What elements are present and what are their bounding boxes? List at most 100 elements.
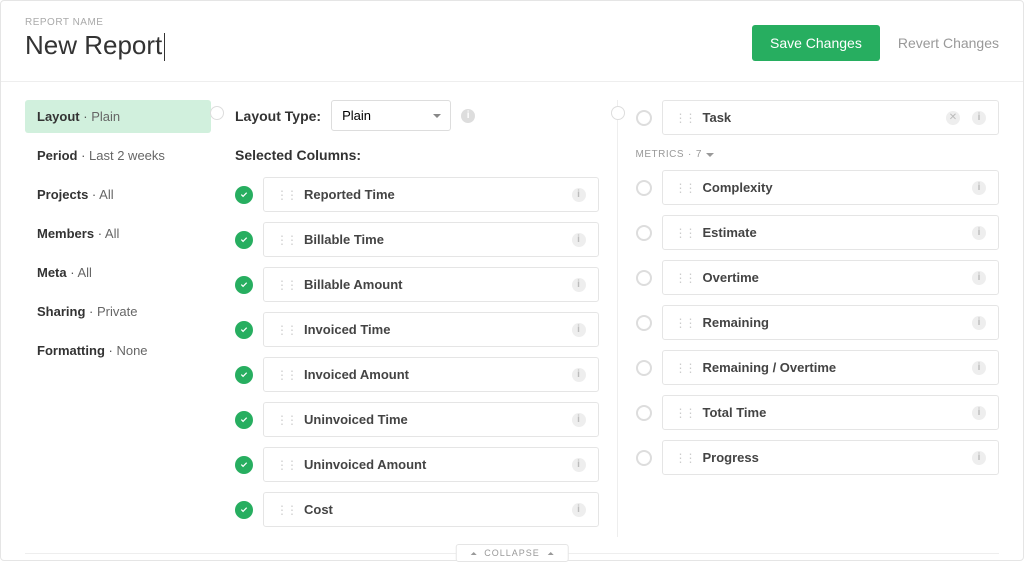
column-label: Invoiced Time — [304, 322, 564, 337]
check-icon[interactable] — [235, 276, 253, 294]
info-icon[interactable]: i — [972, 361, 986, 375]
layout-type-select[interactable]: Plain — [331, 100, 451, 131]
sidebar-item-layout[interactable]: Layout · Plain — [25, 100, 211, 133]
save-changes-button[interactable]: Save Changes — [752, 25, 880, 61]
metrics-header[interactable]: METRICS · 7 — [636, 149, 1000, 160]
collapse-button[interactable]: COLLAPSE — [456, 544, 569, 562]
check-icon[interactable] — [235, 501, 253, 519]
radio-unchecked[interactable] — [636, 315, 652, 331]
drag-handle-icon[interactable]: ⋮⋮ — [675, 226, 695, 240]
group-item[interactable]: ⋮⋮ Task ✕ i — [662, 100, 1000, 135]
column-item[interactable]: ⋮⋮ Uninvoiced Amount i — [263, 447, 599, 482]
header: REPORT NAME New Report Save Changes Reve… — [1, 1, 1023, 82]
radio-unchecked[interactable] — [636, 110, 652, 126]
check-icon[interactable] — [235, 456, 253, 474]
column-item[interactable]: ⋮⋮Invoiced Amounti — [263, 357, 599, 392]
column-row: ⋮⋮ Invoiced Time i — [235, 312, 599, 347]
drag-handle-icon[interactable]: ⋮⋮ — [675, 451, 695, 465]
drag-handle-icon[interactable]: ⋮⋮ — [276, 233, 296, 247]
layout-panel: Layout Type: Plain i Selected Columns: ⋮… — [217, 100, 618, 537]
metric-label: Overtime — [703, 270, 965, 285]
selected-columns-heading: Selected Columns: — [235, 147, 599, 163]
info-icon[interactable]: i — [972, 181, 986, 195]
metric-row: ⋮⋮ Complexity i — [636, 170, 1000, 205]
info-icon[interactable]: i — [572, 413, 586, 427]
drag-handle-icon[interactable]: ⋮⋮ — [276, 323, 296, 337]
column-row: ⋮⋮Reported Timei — [235, 177, 599, 212]
remove-icon[interactable]: ✕ — [946, 111, 960, 125]
drag-handle-icon[interactable]: ⋮⋮ — [675, 111, 695, 125]
info-icon[interactable]: i — [572, 458, 586, 472]
drag-handle-icon[interactable]: ⋮⋮ — [675, 406, 695, 420]
metric-item[interactable]: ⋮⋮ Overtime i — [662, 260, 1000, 295]
info-icon[interactable]: i — [972, 271, 986, 285]
info-icon[interactable]: i — [572, 188, 586, 202]
drag-handle-icon[interactable]: ⋮⋮ — [276, 503, 296, 517]
check-icon[interactable] — [235, 366, 253, 384]
metric-row: ⋮⋮Progressi — [636, 440, 1000, 475]
info-icon[interactable]: i — [572, 503, 586, 517]
drag-handle-icon[interactable]: ⋮⋮ — [276, 188, 296, 202]
drag-handle-icon[interactable]: ⋮⋮ — [675, 316, 695, 330]
info-icon[interactable]: i — [972, 406, 986, 420]
radio-unchecked[interactable] — [636, 180, 652, 196]
column-item[interactable]: ⋮⋮ Invoiced Time i — [263, 312, 599, 347]
column-item[interactable]: ⋮⋮Billable Amounti — [263, 267, 599, 302]
column-label: Cost — [304, 502, 564, 517]
drag-handle-icon[interactable]: ⋮⋮ — [675, 361, 695, 375]
check-icon[interactable] — [235, 186, 253, 204]
metric-item[interactable]: ⋮⋮Remaining / Overtimei — [662, 350, 1000, 385]
metric-item[interactable]: ⋮⋮Progressi — [662, 440, 1000, 475]
drag-handle-icon[interactable]: ⋮⋮ — [276, 368, 296, 382]
drag-handle-icon[interactable]: ⋮⋮ — [675, 271, 695, 285]
check-icon[interactable] — [235, 411, 253, 429]
metric-item[interactable]: ⋮⋮ Complexity i — [662, 170, 1000, 205]
sidebar-item-projects[interactable]: Projects · All — [25, 178, 211, 211]
info-icon[interactable]: i — [461, 109, 475, 123]
sidebar-item-period[interactable]: Period · Last 2 weeks — [25, 139, 211, 172]
metric-label: Complexity — [703, 180, 965, 195]
info-icon[interactable]: i — [572, 233, 586, 247]
revert-changes-button[interactable]: Revert Changes — [898, 35, 999, 51]
metric-row: ⋮⋮ Estimate i — [636, 215, 1000, 250]
column-item[interactable]: ⋮⋮ Uninvoiced Time i — [263, 402, 599, 437]
radio-unchecked[interactable] — [636, 225, 652, 241]
info-icon[interactable]: i — [972, 111, 986, 125]
radio-unchecked[interactable] — [636, 360, 652, 376]
sidebar-item-meta[interactable]: Meta · All — [25, 256, 211, 289]
column-item[interactable]: ⋮⋮Billable Timei — [263, 222, 599, 257]
radio-unchecked[interactable] — [636, 270, 652, 286]
metric-label: Estimate — [703, 225, 965, 240]
radio-unchecked[interactable] — [636, 405, 652, 421]
column-row: ⋮⋮Billable Amounti — [235, 267, 599, 302]
metric-item[interactable]: ⋮⋮ Estimate i — [662, 215, 1000, 250]
sidebar-item-sharing[interactable]: Sharing · Private — [25, 295, 211, 328]
drag-handle-icon[interactable]: ⋮⋮ — [276, 458, 296, 472]
settings-sidebar: Layout · Plain Period · Last 2 weeks Proje… — [25, 100, 211, 537]
metric-row: ⋮⋮Remaining / Overtimei — [636, 350, 1000, 385]
check-icon[interactable] — [235, 321, 253, 339]
column-label: Uninvoiced Time — [304, 412, 564, 427]
info-icon[interactable]: i — [572, 368, 586, 382]
info-icon[interactable]: i — [572, 323, 586, 337]
info-icon[interactable]: i — [572, 278, 586, 292]
column-item[interactable]: ⋮⋮Reported Timei — [263, 177, 599, 212]
sidebar-item-formatting[interactable]: Formatting · None — [25, 334, 211, 367]
report-name-input[interactable]: New Report — [25, 30, 165, 61]
check-icon[interactable] — [235, 231, 253, 249]
metrics-panel: ⋮⋮ Task ✕ i METRICS · 7 ⋮⋮ Complexity i ⋮⋮ E… — [618, 100, 1000, 537]
info-icon[interactable]: i — [972, 226, 986, 240]
metric-item[interactable]: ⋮⋮Remainingi — [662, 305, 1000, 340]
info-icon[interactable]: i — [972, 316, 986, 330]
column-item[interactable]: ⋮⋮ Costi — [263, 492, 599, 527]
column-row: ⋮⋮Invoiced Amounti — [235, 357, 599, 392]
info-icon[interactable]: i — [972, 451, 986, 465]
drag-handle-icon[interactable]: ⋮⋮ — [276, 413, 296, 427]
drag-handle-icon[interactable]: ⋮⋮ — [675, 181, 695, 195]
sidebar-item-members[interactable]: Members · All — [25, 217, 211, 250]
radio-unchecked[interactable] — [636, 450, 652, 466]
metric-item[interactable]: ⋮⋮Total Timei — [662, 395, 1000, 430]
column-row: ⋮⋮ Uninvoiced Amount i — [235, 447, 599, 482]
column-label: Uninvoiced Amount — [304, 457, 564, 472]
drag-handle-icon[interactable]: ⋮⋮ — [276, 278, 296, 292]
